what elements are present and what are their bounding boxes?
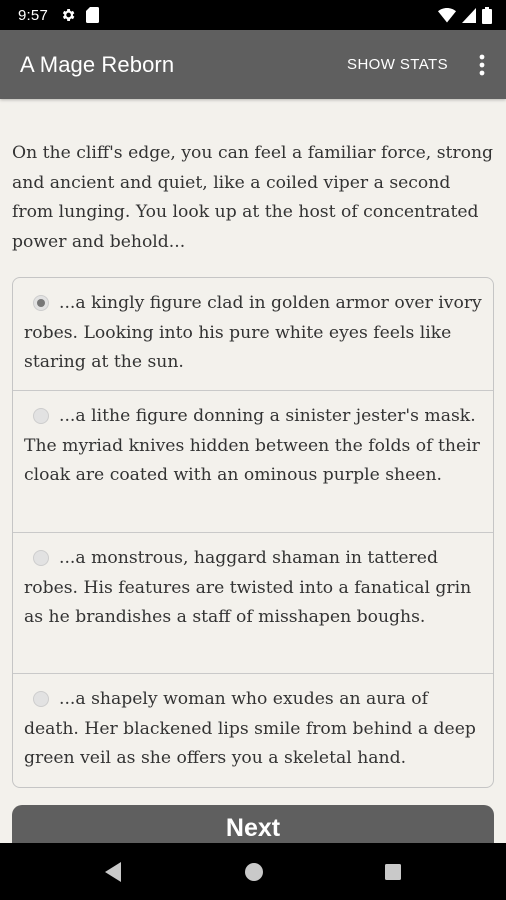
status-left-icons xyxy=(60,7,99,23)
next-button[interactable]: Next xyxy=(12,805,494,843)
choice-text: ...a lithe figure donning a sinister jes… xyxy=(24,406,480,485)
choice-option-3[interactable]: ...a monstrous, haggard shaman in tatter… xyxy=(13,532,493,673)
content-area[interactable]: On the cliff's edge, you can feel a fami… xyxy=(0,99,506,843)
choice-text: ...a kingly figure clad in golden armor … xyxy=(24,293,482,372)
choice-option-2[interactable]: ...a lithe figure donning a sinister jes… xyxy=(13,390,493,532)
overflow-menu-icon[interactable] xyxy=(468,45,496,85)
radio-button[interactable] xyxy=(33,691,49,707)
status-bar: 9:57 xyxy=(0,0,506,30)
app-bar: A Mage Reborn SHOW STATS xyxy=(0,30,506,99)
choice-option-1[interactable]: ...a kingly figure clad in golden armor … xyxy=(13,278,493,390)
choice-text: ...a monstrous, haggard shaman in tatter… xyxy=(24,548,472,627)
gear-icon xyxy=(60,7,76,23)
choice-option-4[interactable]: ...a shapely woman who exudes an aura of… xyxy=(13,673,493,787)
choice-text: ...a shapely woman who exudes an aura of… xyxy=(24,689,476,768)
radio-button[interactable] xyxy=(33,408,49,424)
status-time: 9:57 xyxy=(18,6,48,24)
radio-button[interactable] xyxy=(33,550,49,566)
next-button-label: Next xyxy=(225,814,281,842)
app-title: A Mage Reborn xyxy=(20,51,175,77)
navigation-bar xyxy=(0,843,506,900)
wifi-icon xyxy=(438,7,456,23)
back-icon[interactable] xyxy=(98,857,128,887)
battery-icon xyxy=(482,6,492,24)
choice-list: ...a kingly figure clad in golden armor … xyxy=(12,277,494,788)
radio-button-selected[interactable] xyxy=(33,295,49,311)
story-passage: On the cliff's edge, you can feel a fami… xyxy=(12,143,494,252)
signal-icon xyxy=(462,7,476,23)
recents-icon[interactable] xyxy=(378,857,408,887)
home-icon[interactable] xyxy=(239,857,269,887)
show-stats-button[interactable]: SHOW STATS xyxy=(339,50,456,79)
sd-card-icon xyxy=(86,7,99,23)
status-right-icons xyxy=(438,6,492,24)
